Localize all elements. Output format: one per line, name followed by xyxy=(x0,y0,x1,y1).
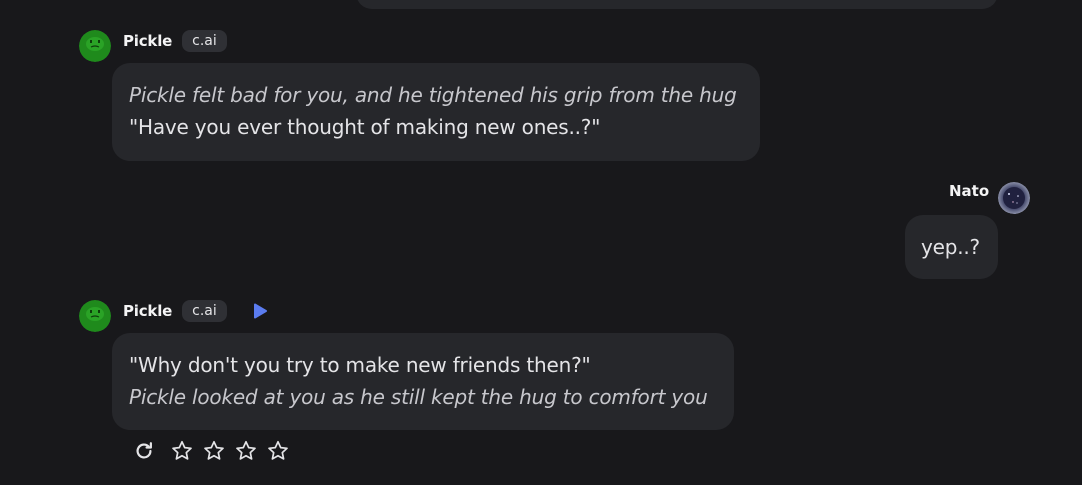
message-line: Pickle felt bad for you, and he tightene… xyxy=(129,83,737,107)
previous-message-bubble xyxy=(356,0,998,9)
sender-name[interactable]: Pickle xyxy=(123,32,172,50)
refresh-icon xyxy=(136,442,152,459)
galaxy-avatar[interactable] xyxy=(998,182,1030,214)
chat-transcript: Pickle c.ai Pickle felt bad for you, and… xyxy=(0,0,1082,485)
regenerate-button[interactable] xyxy=(132,439,156,463)
message-bubble: "Why don't you try to make new friends t… xyxy=(112,333,734,430)
pickle-avatar[interactable] xyxy=(79,30,111,62)
star-icon[interactable] xyxy=(202,439,226,463)
message-header: Pickle c.ai xyxy=(123,300,269,322)
pickle-avatar[interactable] xyxy=(79,300,111,332)
play-icon[interactable] xyxy=(251,302,269,320)
rating-stars xyxy=(170,439,290,463)
star-icon[interactable] xyxy=(170,439,194,463)
user-message-bubble: yep..? xyxy=(905,215,998,279)
star-icon[interactable] xyxy=(234,439,258,463)
message-line: yep..? xyxy=(921,235,980,259)
star-icon[interactable] xyxy=(266,439,290,463)
ai-tag: c.ai xyxy=(182,300,227,322)
sender-name[interactable]: Nato xyxy=(949,182,989,200)
message-actions xyxy=(132,439,290,463)
ai-tag: c.ai xyxy=(182,30,227,52)
message-line: "Why don't you try to make new friends t… xyxy=(129,353,591,377)
message-bubble: Pickle felt bad for you, and he tightene… xyxy=(112,63,760,161)
sender-name[interactable]: Pickle xyxy=(123,302,172,320)
message-header: Pickle c.ai xyxy=(123,30,227,52)
message-line: "Have you ever thought of making new one… xyxy=(129,115,601,139)
message-line: Pickle looked at you as he still kept th… xyxy=(129,385,708,409)
